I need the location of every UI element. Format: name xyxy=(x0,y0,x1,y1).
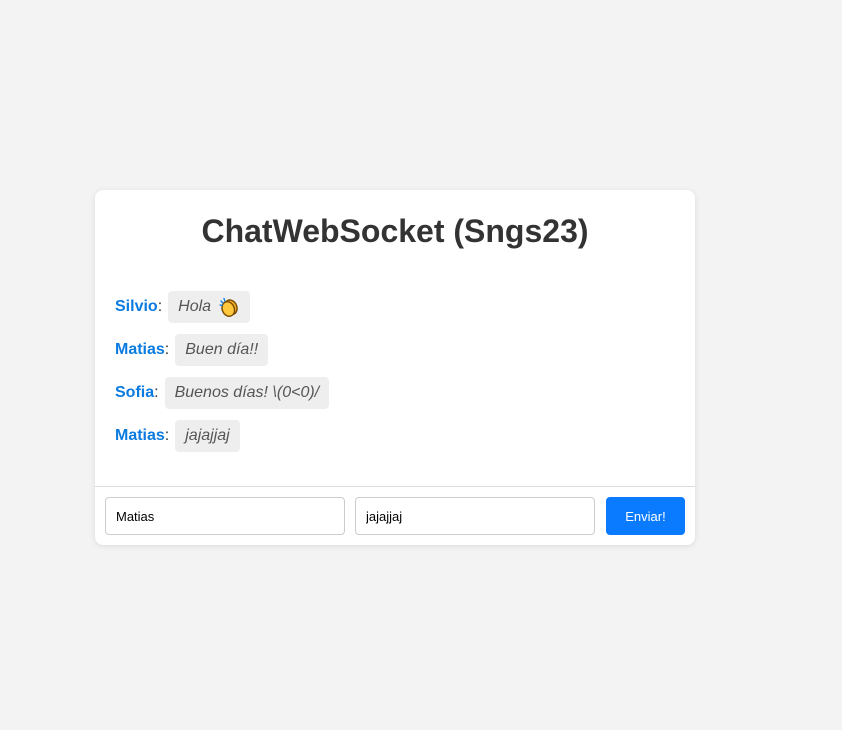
list-item: Silvio: Hola xyxy=(115,291,675,323)
list-item: Matias: jajajjaj xyxy=(115,420,675,452)
message-form: Enviar! xyxy=(95,486,695,545)
send-button[interactable]: Enviar! xyxy=(606,497,685,535)
page-title: ChatWebSocket (Sngs23) xyxy=(201,213,589,249)
message-text: jajajjaj xyxy=(185,427,230,444)
message-separator: : xyxy=(164,341,170,358)
message-username: Silvio xyxy=(115,298,158,315)
list-item: Matias: Buen día!! xyxy=(115,334,675,366)
message-text: Buen día!! xyxy=(185,341,259,358)
message-bubble: Buenos días! \(0<0)/ xyxy=(164,377,330,409)
message-bubble: Hola xyxy=(168,291,251,323)
message-username: Sofia xyxy=(115,384,155,401)
list-item: Sofia: Buenos días! \(0<0)/ xyxy=(115,377,675,409)
message-list: Silvio: Hola Matias: Buen día!! Sofia: … xyxy=(115,291,675,463)
clapping-hands-icon xyxy=(218,296,240,318)
message-input[interactable] xyxy=(355,497,595,535)
message-bubble: jajajjaj xyxy=(175,420,240,452)
message-separator: : xyxy=(157,298,163,315)
message-separator: : xyxy=(164,427,170,444)
name-input[interactable] xyxy=(105,497,345,535)
message-bubble: Buen día!! xyxy=(175,334,269,366)
message-text: Hola xyxy=(178,298,212,315)
chat-card: ChatWebSocket (Sngs23) Silvio: Hola Mati… xyxy=(95,190,695,545)
message-username: Matias xyxy=(115,427,165,444)
message-separator: : xyxy=(154,384,159,401)
message-text: Buenos días! \(0<0)/ xyxy=(174,384,320,401)
message-username: Matias xyxy=(115,341,165,358)
